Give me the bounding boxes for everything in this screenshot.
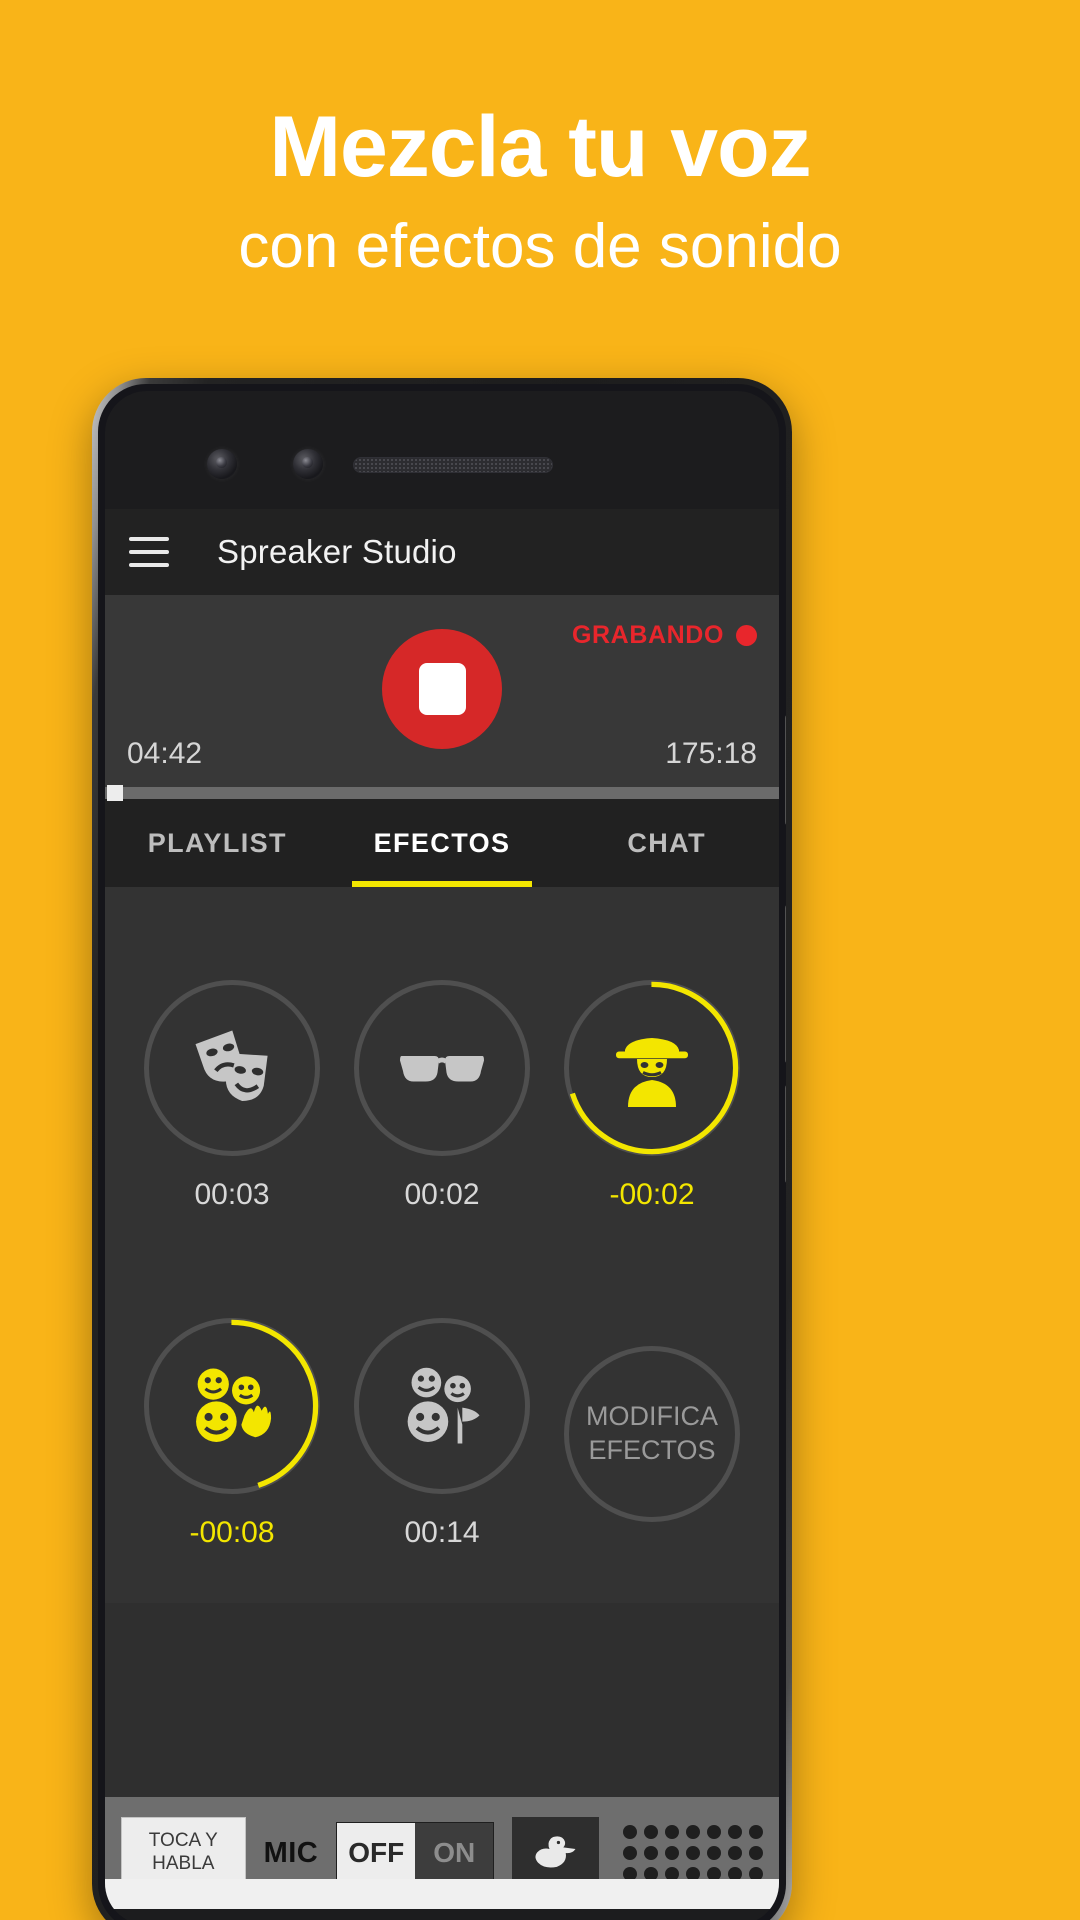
effect-button-crowd[interactable]: 00:14 xyxy=(337,1265,547,1603)
tab-active-underline xyxy=(352,881,532,887)
remaining-time: 175:18 xyxy=(665,737,757,770)
effect-time: -00:02 xyxy=(609,1178,695,1211)
elapsed-time: 04:42 xyxy=(127,737,203,770)
effect-button-spy[interactable]: -00:02 xyxy=(547,927,757,1265)
theater-masks-icon xyxy=(195,1030,268,1101)
app-title: Spreaker Studio xyxy=(217,533,457,570)
tab-efectos-label: EFECTOS xyxy=(373,827,511,858)
tab-bar: PLAYLIST EFECTOS CHAT xyxy=(105,799,779,887)
push-to-talk-label-line-1: TOCA Y xyxy=(148,1830,218,1852)
promo-banner: Mezcla tu voz con efectos de sonido xyxy=(0,0,1080,278)
effect-button-sunglasses[interactable]: 00:02 xyxy=(337,927,547,1265)
effects-grid: 00:03 00:02 -00:02 -00:08 00:14 MODIFICA… xyxy=(105,887,779,1603)
tab-chat-label: CHAT xyxy=(627,827,706,858)
effect-circle xyxy=(354,980,530,1156)
effect-circle: MODIFICA EFECTOS xyxy=(564,1346,740,1522)
recording-status-label: GRABANDO xyxy=(571,621,724,649)
tab-playlist[interactable]: PLAYLIST xyxy=(105,799,330,887)
soundboard-dots-icon[interactable] xyxy=(623,1825,763,1881)
phone-extra-button[interactable] xyxy=(785,1084,786,1184)
mic-toggle-off-option[interactable]: OFF xyxy=(337,1823,416,1883)
effect-time: 00:14 xyxy=(404,1516,480,1549)
effect-time: 00:02 xyxy=(404,1178,480,1211)
recorder-panel: GRABANDO 04:42 175:18 xyxy=(105,595,779,787)
effect-circle xyxy=(144,1318,320,1494)
effect-circle xyxy=(354,1318,530,1494)
effect-time: 00:03 xyxy=(194,1178,270,1211)
stop-square-icon xyxy=(418,663,466,715)
recording-indicator-dot-icon xyxy=(736,625,757,646)
effect-time: -00:08 xyxy=(189,1516,275,1549)
recording-status-badge: GRABANDO xyxy=(572,621,757,650)
phone-bezel: Spreaker Studio GRABANDO 04:42 175:18 PL… xyxy=(98,384,786,1920)
hamburger-menu-icon[interactable] xyxy=(129,537,169,567)
front-camera-secondary-icon xyxy=(293,449,323,479)
edit-effects-icon: MODIFICA EFECTOS xyxy=(586,1400,718,1468)
effect-button-smileys[interactable]: -00:08 xyxy=(127,1265,337,1603)
front-camera-icon xyxy=(207,449,237,479)
promo-subtitle: con efectos de sonido xyxy=(238,212,842,281)
edit-effects-label-line-1: MODIFICA xyxy=(586,1401,718,1432)
effect-circle xyxy=(564,980,740,1156)
stop-record-button[interactable] xyxy=(382,629,502,749)
push-to-talk-label-line-2: HABLA xyxy=(152,1853,215,1874)
effect-progress-arc xyxy=(145,1319,319,1493)
app-screen: Spreaker Studio GRABANDO 04:42 175:18 PL… xyxy=(105,509,779,1909)
phone-sensor-row xyxy=(105,433,779,495)
mic-toggle-on-option[interactable]: ON xyxy=(415,1823,494,1883)
sunglasses-icon xyxy=(400,1056,484,1082)
earpiece-speaker-icon xyxy=(353,457,553,473)
mic-label: MIC xyxy=(263,1836,319,1869)
tab-efectos[interactable]: EFECTOS xyxy=(330,799,555,887)
phone-volume-button[interactable] xyxy=(785,904,786,1064)
android-navigation-strip xyxy=(105,1879,779,1909)
recording-progress-bar[interactable] xyxy=(105,785,779,801)
mic-toggle[interactable]: OFF ON xyxy=(336,1822,495,1884)
phone-face: Spreaker Studio GRABANDO 04:42 175:18 PL… xyxy=(105,391,779,1920)
phone-mockup: Spreaker Studio GRABANDO 04:42 175:18 PL… xyxy=(92,378,792,1920)
app-toolbar: Spreaker Studio xyxy=(105,509,779,595)
effect-button-edit-effects[interactable]: MODIFICA EFECTOS xyxy=(547,1265,757,1603)
tab-playlist-label: PLAYLIST xyxy=(147,827,287,858)
tab-chat[interactable]: CHAT xyxy=(554,799,779,887)
effect-circle xyxy=(144,980,320,1156)
crowd-applause-icon xyxy=(407,1367,480,1444)
effect-progress-arc xyxy=(565,981,739,1155)
edit-effects-label-line-2: EFECTOS xyxy=(588,1435,716,1465)
promo-title: Mezcla tu voz xyxy=(269,99,811,195)
duck-sound-icon xyxy=(535,1836,576,1868)
effect-button-masks[interactable]: 00:03 xyxy=(127,927,337,1265)
phone-power-button[interactable] xyxy=(785,714,786,826)
